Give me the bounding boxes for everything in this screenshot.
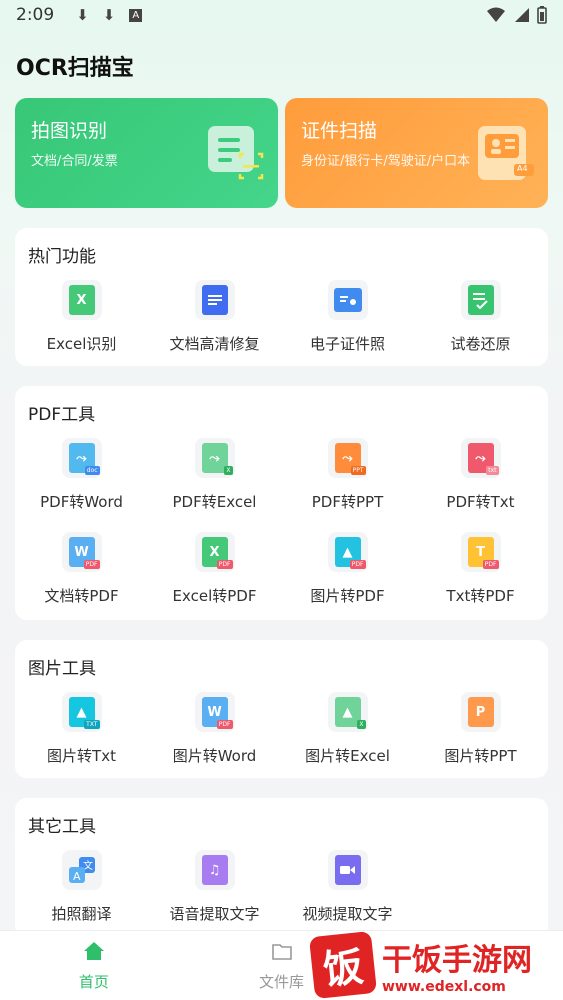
image-to-pdf-button[interactable]: ▲ PDF 图片转PDF [281, 532, 414, 606]
document-icon [194, 280, 235, 320]
pdf-tools-title: PDF工具 [28, 405, 96, 425]
hot-features-card: 热门功能 X Excel识别 文档高清修复 电子证件照 试卷还原 [15, 228, 548, 366]
id-photo-icon [327, 280, 368, 320]
image-to-word-button[interactable]: W PDF 图片转Word [148, 692, 281, 766]
watermark-url: www.edexl.com [382, 979, 506, 995]
image-to-word-icon: W PDF [194, 692, 235, 732]
pdf-to-txt-button[interactable]: ⤳ txt PDF转Txt [414, 438, 547, 512]
home-icon [83, 942, 104, 960]
pdf-to-txt-icon: ⤳ txt [460, 438, 501, 478]
id-card-icon: A4 [476, 124, 534, 182]
image-to-txt-button[interactable]: ▲ TXT 图片转Txt [15, 692, 148, 766]
excel-icon: X [61, 280, 102, 320]
word-to-pdf-icon: W PDF [61, 532, 102, 572]
status-bar: 2:09 ⬇ ⬇ A [0, 0, 563, 30]
photo-recognize-card[interactable]: 拍图识别 文档/合同/发票 [15, 98, 278, 208]
wifi-icon [487, 7, 505, 22]
image-to-pdf-icon: ▲ PDF [327, 532, 368, 572]
word-to-pdf-button[interactable]: W PDF 文档转PDF [15, 532, 148, 606]
image-tools-title: 图片工具 [28, 659, 96, 679]
txt-to-pdf-icon: T PDF [460, 532, 501, 572]
status-time: 2:09 [16, 5, 55, 25]
pdf-to-excel-button[interactable]: ⤳ X PDF转Excel [148, 438, 281, 512]
hot-features-title: 热门功能 [28, 247, 96, 267]
id-photo-button[interactable]: 电子证件照 [281, 280, 414, 354]
watermark-title: 干饭手游网 [382, 943, 532, 978]
translate-icon: 文 A [61, 850, 102, 890]
photo-recognize-subtitle: 文档/合同/发票 [31, 154, 118, 169]
download-icon: ⬇ [76, 6, 89, 24]
image-to-ppt-icon: P [460, 692, 501, 732]
excel-to-pdf-icon: X PDF [194, 532, 235, 572]
watermark: 饭 干饭手游网 www.edexl.com [308, 930, 563, 1000]
other-tools-title: 其它工具 [28, 817, 96, 837]
image-to-excel-button[interactable]: ▲ X 图片转Excel [281, 692, 414, 766]
audio-icon: ♫ [194, 850, 235, 890]
pdf-to-word-button[interactable]: ⤳ doc PDF转Word [15, 438, 148, 512]
video-icon [327, 850, 368, 890]
id-scan-subtitle: 身份证/银行卡/驾驶证/户口本 [301, 154, 471, 169]
other-tools-card: 其它工具 文 A 拍照翻译 ♫ 语音提取文字 视频提取文字 [15, 798, 548, 938]
id-scan-card[interactable]: 证件扫描 身份证/银行卡/驾驶证/户口本 A4 [285, 98, 548, 208]
video-extract-button[interactable]: 视频提取文字 [281, 850, 414, 924]
image-to-excel-icon: ▲ X [327, 692, 368, 732]
image-tools-card: 图片工具 ▲ TXT 图片转Txt W PDF 图片转Word ▲ X 图片转Exce… [15, 640, 548, 778]
svg-text:A: A [73, 870, 81, 883]
exam-restore-button[interactable]: 试卷还原 [414, 280, 547, 354]
txt-to-pdf-button[interactable]: T PDF Txt转PDF [414, 532, 547, 606]
nav-home-label: 首页 [78, 973, 109, 991]
a4-badge: A4 [517, 164, 528, 173]
pdf-to-word-icon: ⤳ doc [61, 438, 102, 478]
pdf-to-excel-icon: ⤳ X [194, 438, 235, 478]
excel-to-pdf-button[interactable]: X PDF Excel转PDF [148, 532, 281, 606]
pdf-to-ppt-icon: ⤳ PPT [327, 438, 368, 478]
download-icon: ⬇ [102, 6, 116, 24]
folder-icon [271, 944, 292, 960]
pdf-to-ppt-button[interactable]: ⤳ PPT PDF转PPT [281, 438, 414, 512]
excel-recognize-button[interactable]: X Excel识别 [15, 280, 148, 354]
pdf-tools-card: PDF工具 ⤳ doc PDF转Word ⤳ X PDF转Excel ⤳ PPT PD… [15, 386, 548, 620]
audio-extract-button[interactable]: ♫ 语音提取文字 [148, 850, 281, 924]
document-repair-button[interactable]: 文档高清修复 [148, 280, 281, 354]
app-title: OCR扫描宝 [16, 56, 134, 81]
checklist-icon [460, 280, 501, 320]
image-to-ppt-button[interactable]: P 图片转PPT [414, 692, 547, 766]
watermark-logo: 饭 [308, 930, 378, 1000]
signal-icon [515, 8, 529, 22]
battery-icon [537, 6, 547, 24]
image-to-txt-icon: ▲ TXT [61, 692, 102, 732]
photo-translate-button[interactable]: 文 A 拍照翻译 [15, 850, 148, 924]
nav-home[interactable]: 首页 [0, 931, 188, 1000]
scan-document-icon [206, 124, 264, 182]
font-icon: A [129, 8, 143, 22]
